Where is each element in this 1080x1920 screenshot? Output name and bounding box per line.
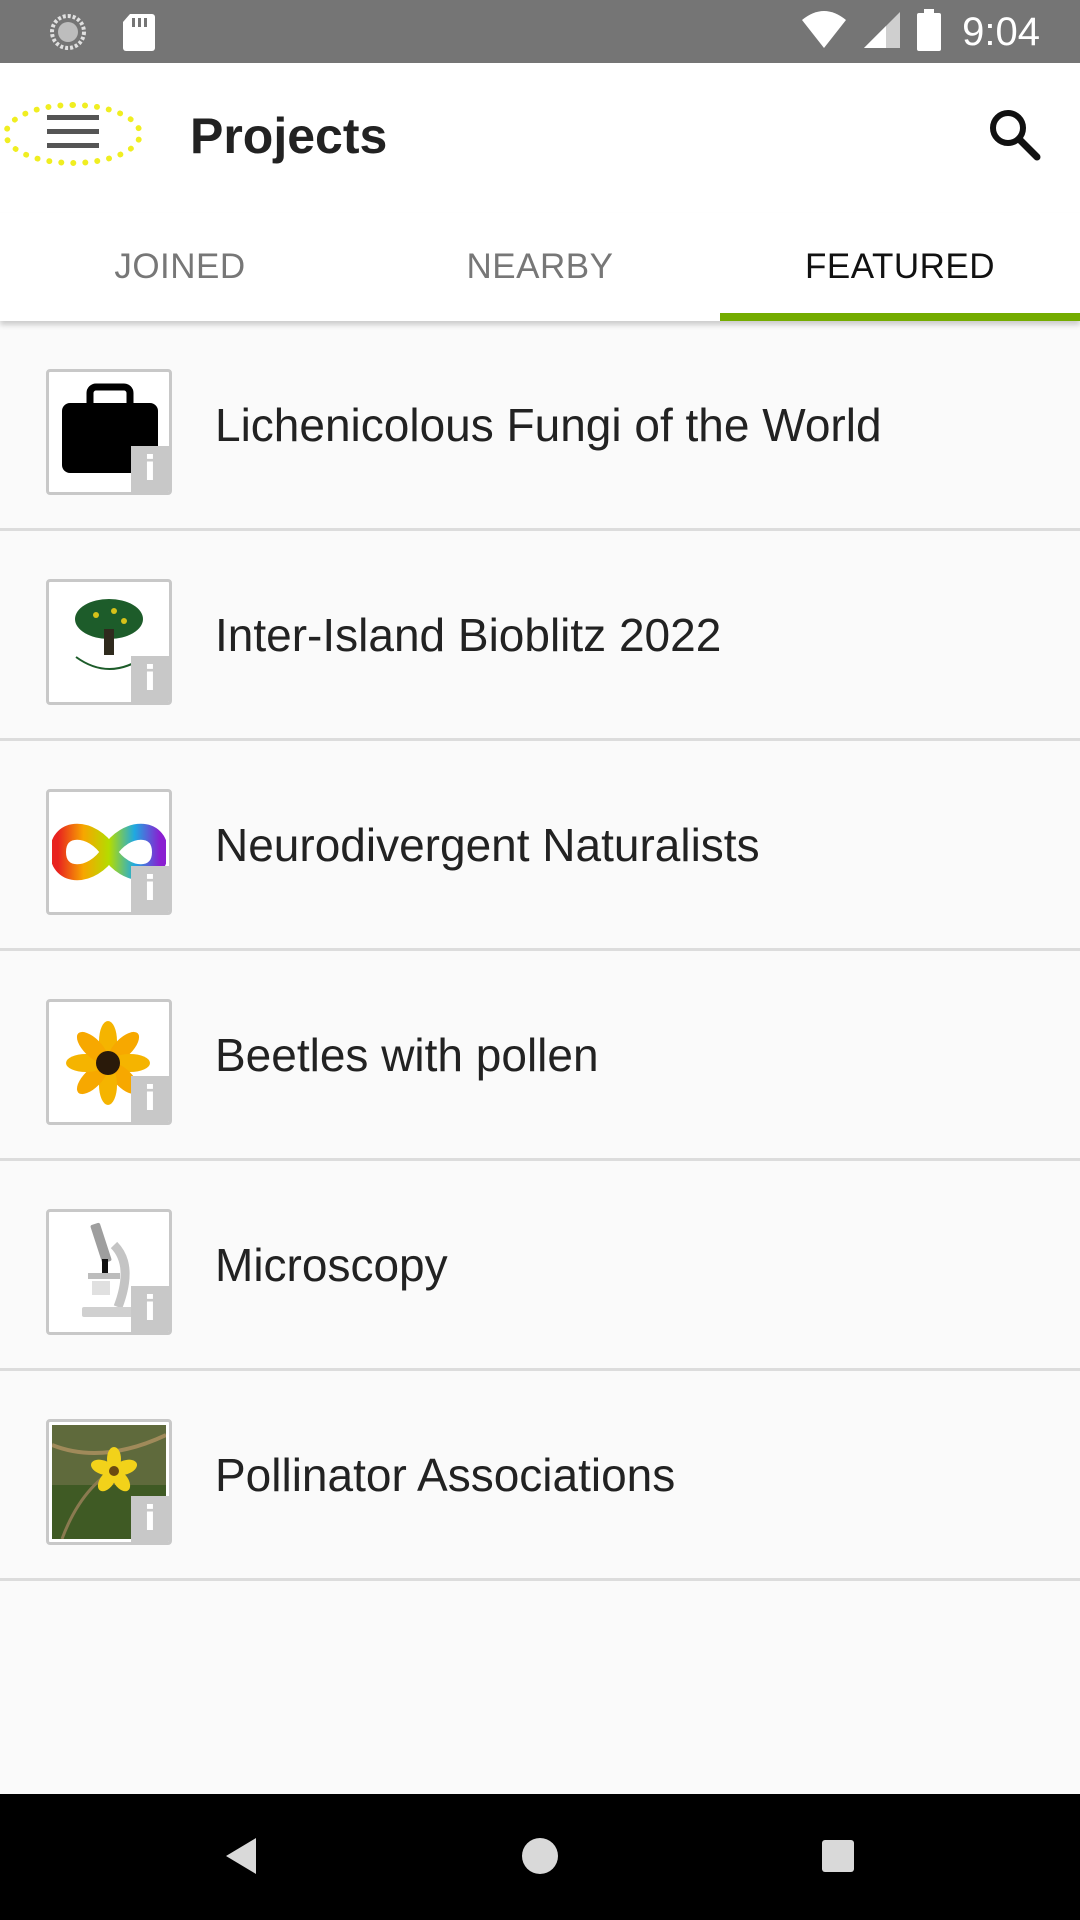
sync-icon: [48, 12, 88, 57]
app-bar: Projects: [0, 63, 1080, 213]
project-item-pollinator-associations[interactable]: i Pollinator Associations: [0, 1371, 1080, 1581]
tab-nearby[interactable]: NEARBY: [360, 213, 720, 321]
tab-bar: JOINED NEARBY FEATURED: [0, 213, 1080, 321]
navigation-bar: [0, 1794, 1080, 1920]
info-icon: i: [131, 1496, 169, 1542]
menu-button[interactable]: [3, 102, 143, 166]
project-name: Lichenicolous Fungi of the World: [215, 398, 882, 451]
signal-icon: [862, 8, 902, 57]
search-button[interactable]: [985, 105, 1045, 165]
back-triangle-icon: [212, 1838, 272, 1890]
project-name: Beetles with pollen: [215, 1028, 599, 1081]
recents-button[interactable]: [808, 1826, 868, 1886]
info-icon: i: [131, 446, 169, 492]
home-circle-icon: [510, 1838, 570, 1890]
wifi-icon: [800, 8, 848, 57]
project-item-lichenicolous-fungi[interactable]: i Lichenicolous Fungi of the World: [0, 321, 1080, 531]
project-item-microscopy[interactable]: i Microscopy: [0, 1161, 1080, 1371]
project-thumbnail: i: [46, 369, 172, 495]
tab-joined[interactable]: JOINED: [0, 213, 360, 321]
project-name: Inter-Island Bioblitz 2022: [215, 608, 722, 661]
home-button[interactable]: [510, 1826, 570, 1886]
project-item-beetles-with-pollen[interactable]: i Beetles with pollen: [0, 951, 1080, 1161]
info-icon: i: [131, 656, 169, 702]
project-thumbnail: i: [46, 1209, 172, 1335]
battery-icon: [916, 8, 942, 57]
project-item-neurodivergent-naturalists[interactable]: i Neurodivergent Naturalists: [0, 741, 1080, 951]
search-icon: [985, 110, 1045, 169]
project-name: Neurodivergent Naturalists: [215, 818, 760, 871]
project-name: Pollinator Associations: [215, 1448, 676, 1501]
project-thumbnail: i: [46, 999, 172, 1125]
project-name: Microscopy: [215, 1238, 448, 1291]
sd-card-icon: [122, 12, 156, 57]
page-title: Projects: [190, 108, 388, 164]
project-list: i Lichenicolous Fungi of the World i Int…: [0, 321, 1080, 1581]
info-icon: i: [131, 1076, 169, 1122]
info-icon: i: [131, 866, 169, 912]
status-time: 9:04: [962, 10, 1040, 54]
tab-featured[interactable]: FEATURED: [720, 213, 1080, 321]
status-bar: 9:04: [0, 0, 1080, 63]
recents-square-icon: [808, 1840, 868, 1890]
project-thumbnail: i: [46, 1419, 172, 1545]
project-thumbnail: i: [46, 579, 172, 705]
project-thumbnail: i: [46, 789, 172, 915]
info-icon: i: [131, 1286, 169, 1332]
back-button[interactable]: [212, 1826, 272, 1886]
project-item-inter-island-bioblitz[interactable]: i Inter-Island Bioblitz 2022: [0, 531, 1080, 741]
hamburger-menu-icon: [47, 112, 99, 157]
